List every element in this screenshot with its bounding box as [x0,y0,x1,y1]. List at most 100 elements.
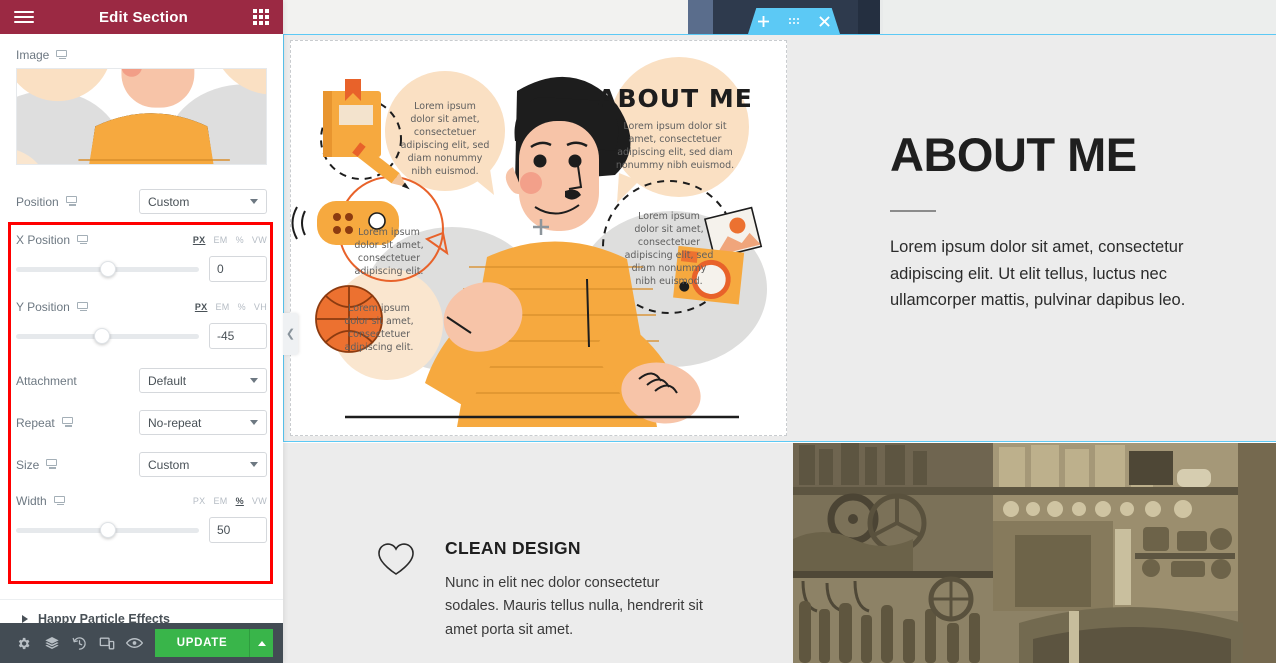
x-position-slider-knob[interactable] [99,261,116,277]
svg-text:consectetuer: consectetuer [414,127,476,138]
edited-section[interactable]: ABOUT ME Lorem ipsum dolor sit amet, con… [283,34,1276,442]
svg-text:dolor sit amet,: dolor sit amet, [354,240,423,251]
image-control-label-row: Image [0,34,283,68]
svg-text:adipiscing elit, sed: adipiscing elit, sed [625,250,714,261]
responsive-monitor-icon[interactable] [77,234,90,246]
unit-em[interactable]: EM [213,235,227,245]
svg-text:adipiscing elit.: adipiscing elit. [355,266,424,277]
unit-vw[interactable]: VW [252,235,267,245]
chevron-up-icon [257,640,266,646]
unit-percent[interactable]: % [238,302,246,312]
x-position-label: X Position [16,233,90,247]
width-input[interactable] [209,517,267,543]
responsive-mode-icon[interactable] [93,623,121,663]
accordion-happy-particle-effects[interactable]: Happy Particle Effects [0,599,283,623]
control-position: Position Custom [0,189,283,214]
unit-vw[interactable]: VW [252,496,267,506]
svg-text:consectetuer: consectetuer [348,329,410,340]
attachment-label-text: Attachment [16,373,77,388]
feature-paragraph: Nunc in elit nec dolor consectetur sodal… [445,575,703,638]
image-widget-container[interactable]: ABOUT ME Lorem ipsum dolor sit amet, con… [290,40,787,436]
responsive-monitor-icon[interactable] [53,495,67,507]
feature-widget: CLEAN DESIGN Nunc in elit nec dolor cons… [377,538,717,642]
chevron-right-icon [22,615,28,623]
svg-text:consectetuer: consectetuer [638,237,700,248]
section-toolbar [748,8,840,34]
unit-percent[interactable]: % [236,235,244,245]
responsive-monitor-icon[interactable] [65,196,79,207]
svg-text:adipiscing elit.: adipiscing elit. [345,342,414,353]
size-label: Size [16,458,59,472]
svg-text:dolor sit amet,: dolor sit amet, [344,316,413,327]
unit-em[interactable]: EM [213,496,227,506]
x-position-input[interactable] [209,256,267,282]
size-label-text: Size [16,457,40,472]
editor-canvas: ABOUT ME Lorem ipsum dolor sit amet, con… [283,0,1276,663]
svg-text:diam nonummy: diam nonummy [408,153,483,164]
responsive-monitor-icon[interactable] [56,49,69,61]
attachment-select[interactable]: Default [139,368,267,393]
unit-percent[interactable]: % [236,496,244,506]
y-position-slider[interactable] [16,328,199,344]
x-position-slider[interactable] [16,261,199,277]
unit-vh[interactable]: VH [254,302,267,312]
svg-text:nonummy nibh euismod.: nonummy nibh euismod. [616,160,734,171]
responsive-monitor-icon[interactable] [46,459,59,470]
page-title: ABOUT ME [890,128,1137,181]
control-repeat: Repeat No-repeat [0,410,283,435]
svg-text:Lorem ipsum: Lorem ipsum [414,101,476,112]
navigator-layers-icon[interactable] [38,623,66,663]
y-position-label-text: Y Position [16,300,70,314]
preview-eye-icon[interactable] [121,623,149,663]
svg-text:adipiscing elit, sed: adipiscing elit, sed [401,140,490,151]
unit-px[interactable]: PX [193,496,206,506]
panel-collapse-handle[interactable]: ❮ [283,313,298,355]
panel-header: Edit Section [0,0,283,34]
plus-icon[interactable] [757,15,769,27]
size-select[interactable]: Custom [139,452,267,477]
x-position-slider-row [0,256,283,282]
grid-apps-icon[interactable] [252,9,269,25]
section-column-right[interactable]: ABOUT ME Lorem ipsum dolor sit amet, con… [794,35,1276,441]
size-select-value: Custom [148,457,190,472]
image-preview-thumbnail[interactable]: ABOUT ME Lorem ipsum dolor sit amet, con… [16,68,267,165]
settings-gear-icon[interactable] [10,623,38,663]
title-divider [890,210,936,212]
panel-title: Edit Section [98,8,189,26]
about-paragraph: Lorem ipsum dolor sit amet, consectetur … [890,238,1186,310]
update-button[interactable]: UPDATE [154,629,250,657]
svg-text:consectetuer: consectetuer [358,253,420,264]
y-position-slider-knob[interactable] [94,328,110,344]
about-me-illustration: ABOUT ME Lorem ipsum dolor sit amet, con… [291,57,767,427]
unit-px[interactable]: PX [193,235,206,245]
section-column-left[interactable]: ABOUT ME Lorem ipsum dolor sit amet, con… [284,35,794,441]
vintage-garage-workshop-photo [793,443,1276,663]
width-slider-knob[interactable] [99,522,116,538]
history-revisions-icon[interactable] [66,623,94,663]
svg-text:dolor sit amet,: dolor sit amet, [634,224,703,235]
accordion-label: Happy Particle Effects [38,612,170,623]
control-width: Width PX EM % VW [0,494,283,508]
x-position-label-text: X Position [16,233,71,247]
svg-text:ABOUT ME: ABOUT ME [597,84,753,113]
responsive-monitor-icon[interactable] [61,417,75,428]
svg-text:Lorem ipsum: Lorem ipsum [358,227,420,238]
position-select[interactable]: Custom [139,189,267,214]
repeat-select[interactable]: No-repeat [139,410,267,435]
svg-text:Lorem ipsum dolor sit: Lorem ipsum dolor sit [623,121,726,132]
svg-text:Lorem ipsum: Lorem ipsum [348,303,410,314]
next-section[interactable]: CLEAN DESIGN Nunc in elit nec dolor cons… [283,443,1276,663]
svg-text:Lorem ipsum: Lorem ipsum [638,211,700,222]
y-position-label: Y Position [16,300,90,314]
editor-panel: Edit Section Image adipiscing elit, sed … [0,0,283,663]
unit-px[interactable]: PX [195,302,208,312]
update-options-button[interactable] [249,629,273,657]
close-x-icon[interactable] [819,15,830,27]
responsive-monitor-icon[interactable] [76,301,90,313]
panel-body: Image adipiscing elit, sed diam dolor si… [0,34,283,623]
y-position-input[interactable] [209,323,267,349]
hamburger-icon[interactable] [14,11,34,23]
drag-handle-dots-icon[interactable] [788,17,800,25]
width-slider[interactable] [16,522,199,538]
unit-em[interactable]: EM [215,302,229,312]
